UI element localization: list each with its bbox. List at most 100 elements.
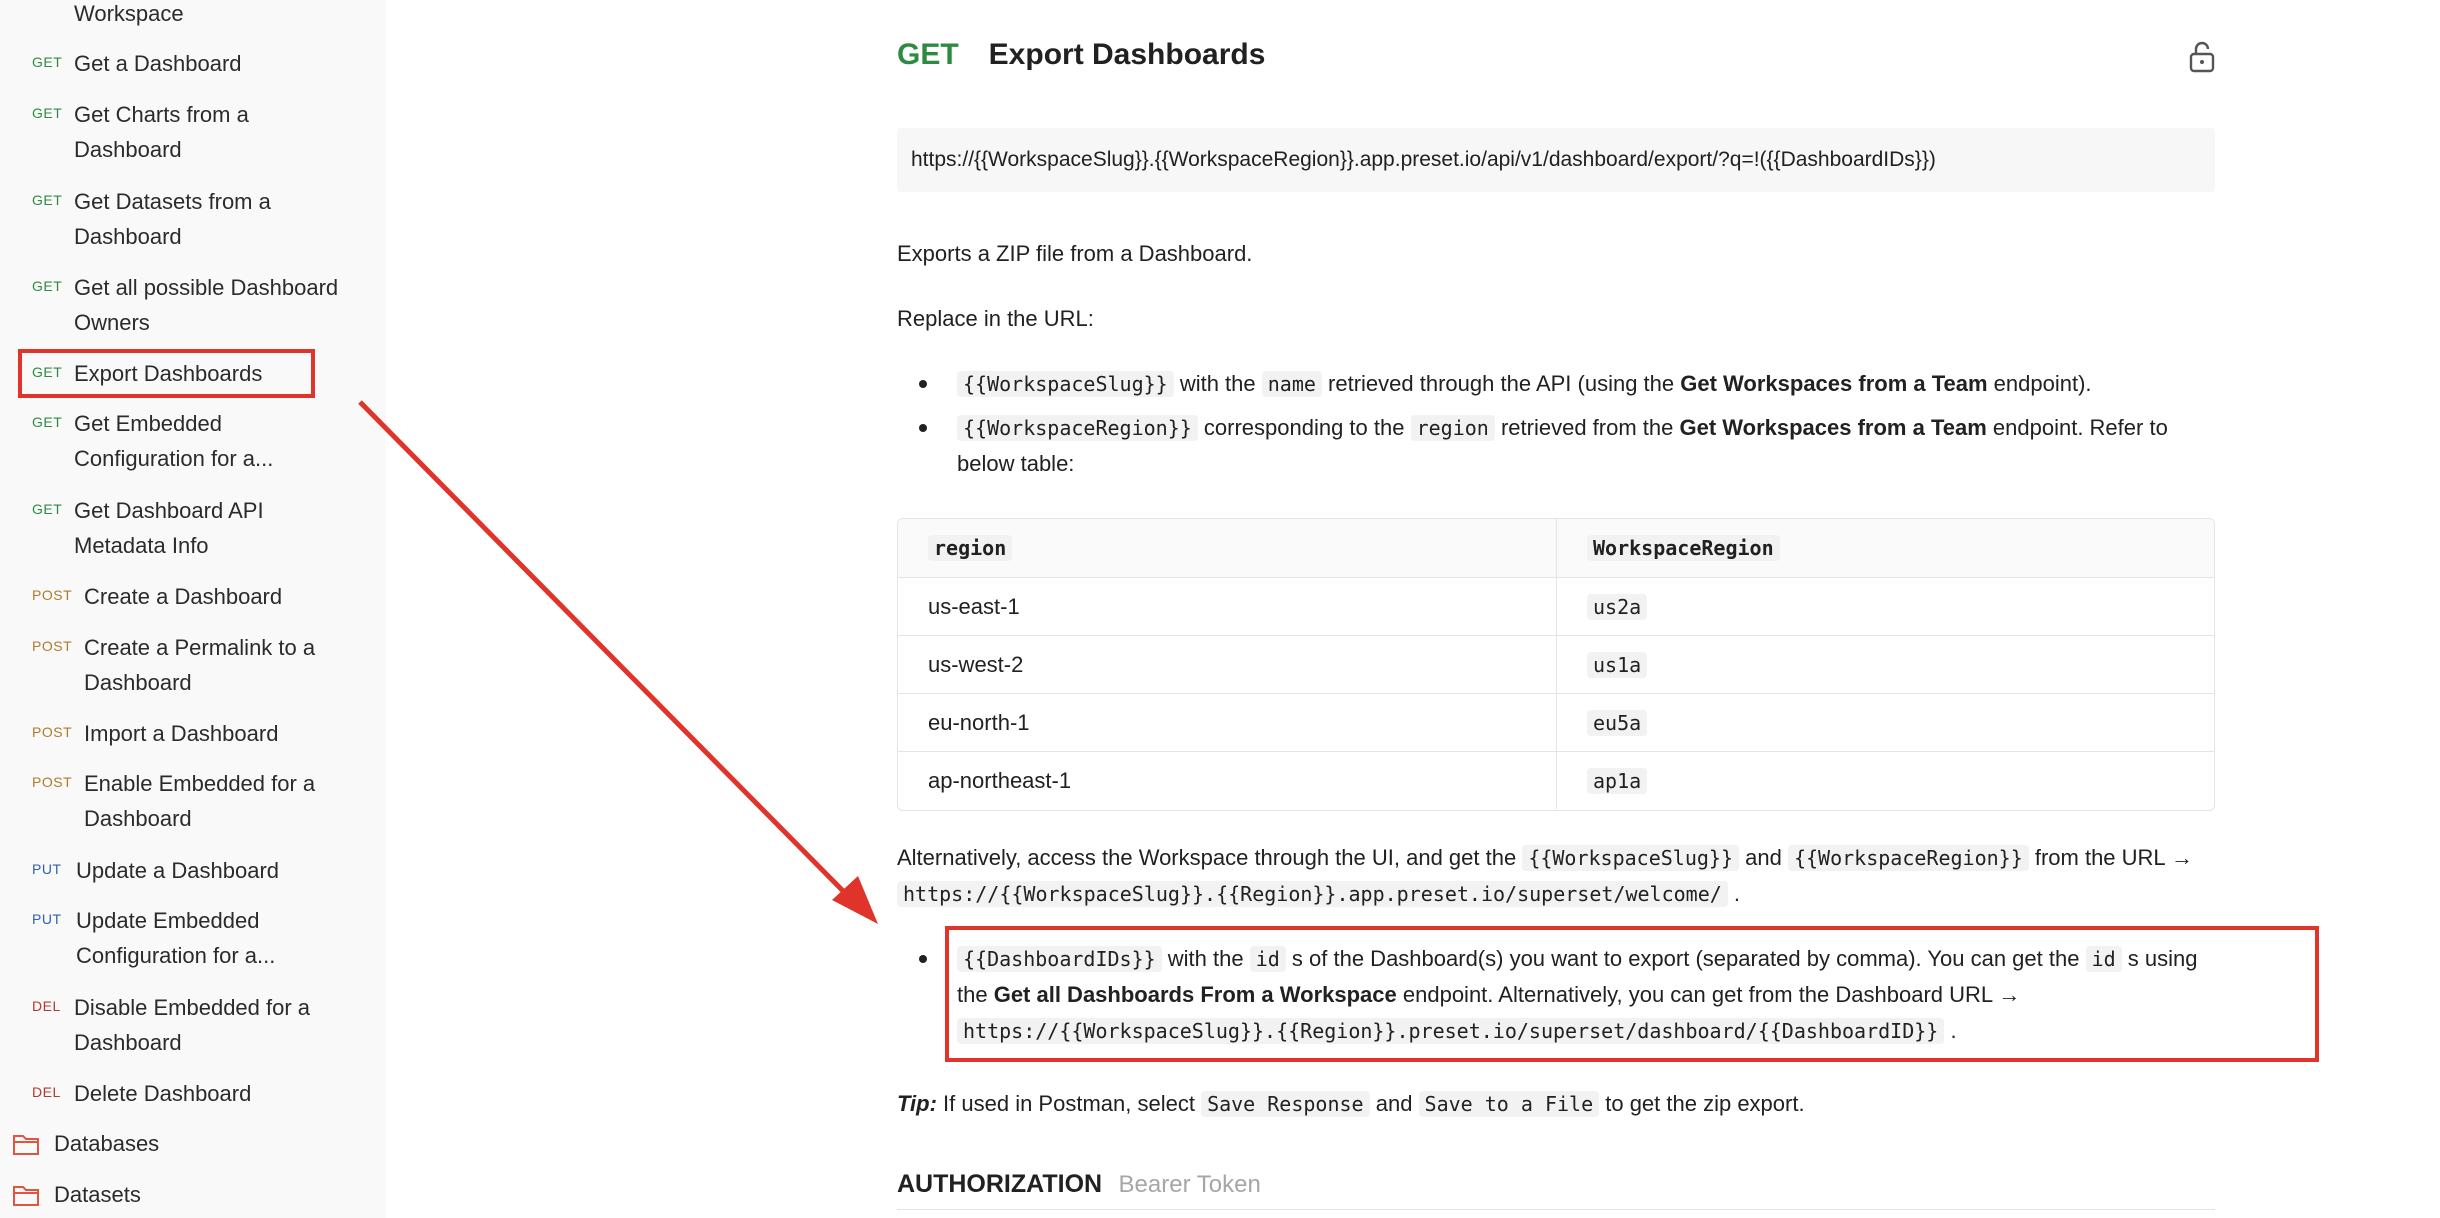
sidebar-item-import-dashboard[interactable]: POST Import a Dashboard <box>20 716 376 751</box>
table-row: eu-north-1 eu5a <box>898 693 2214 751</box>
section-title: AUTHORIZATION <box>897 1170 1103 1198</box>
inline-code: name <box>1261 371 1322 397</box>
main-content: GET Export Dashboards https://{{Workspac… <box>386 0 2440 1218</box>
folder-label: Databases <box>54 1131 160 1156</box>
page-title: Export Dashboards <box>988 38 1266 71</box>
inline-code: eu5a <box>1587 709 1648 736</box>
inline-code: {{WorkspaceRegion}} <box>957 415 1198 441</box>
sidebar-item-get-charts[interactable]: GET Get Charts from a Dashboard <box>20 97 376 167</box>
inline-code: region <box>1410 415 1495 441</box>
bold-text: Get Workspaces from a Team <box>1679 415 1987 440</box>
table-header-cell: WorkspaceRegion <box>1556 519 2214 577</box>
table-cell: us2a <box>1556 578 2214 635</box>
sidebar-item-label: Get Datasets from a Dashboard <box>74 189 271 249</box>
table-cell: ap1a <box>1556 752 2214 809</box>
method-badge: POST <box>32 638 73 654</box>
auth-type: Bearer Token <box>1118 1171 1261 1198</box>
method-badge: GET <box>32 54 63 70</box>
method-badge: POST <box>32 724 73 740</box>
method-badge: DEL <box>32 998 61 1014</box>
alternative-paragraph: Alternatively, access the Workspace thro… <box>897 840 2227 912</box>
sidebar-item-get-metadata[interactable]: GET Get Dashboard API Metadata Info <box>20 493 376 563</box>
text: to get the zip export. <box>1599 1091 1805 1116</box>
table-cell: eu-north-1 <box>928 709 1030 735</box>
text: Alternatively, access the Workspace thro… <box>897 845 1523 870</box>
replace-intro: Replace in the URL: <box>897 306 1094 331</box>
sidebar-folder-datasets[interactable]: Datasets <box>12 1182 141 1208</box>
sidebar-item-label: Get Dashboard API Metadata Info <box>74 498 264 558</box>
sidebar-item-label: Update a Dashboard <box>76 858 280 883</box>
sidebar-item-update-embedded[interactable]: PUT Update Embedded Configuration for a.… <box>20 903 376 973</box>
method-badge: PUT <box>32 911 62 927</box>
sidebar-item-delete-dashboard[interactable]: DEL Delete Dashboard <box>20 1076 376 1111</box>
sidebar-item-get-datasets[interactable]: GET Get Datasets from a Dashboard <box>20 184 376 254</box>
method-badge: GET <box>32 501 63 517</box>
text: from the URL → <box>2028 845 2193 870</box>
endpoint-description: Exports a ZIP file from a Dashboard. <box>897 241 1253 266</box>
inline-code: region <box>928 535 1013 561</box>
method-badge: POST <box>32 587 73 603</box>
annotation-highlight-content <box>945 926 2319 1062</box>
method-badge: PUT <box>32 861 62 877</box>
bullet-text: {{WorkspaceSlug}} with the name retrieve… <box>957 366 2227 402</box>
bullet-dot <box>897 366 957 402</box>
text: corresponding to the <box>1197 415 1411 440</box>
bullet-text: {{WorkspaceRegion}} corresponding to the… <box>957 410 2227 482</box>
text: and <box>1369 1091 1419 1116</box>
table-row: us-west-2 us1a <box>898 635 2214 693</box>
sidebar-item-get-embedded-config[interactable]: GET Get Embedded Configuration for a... <box>20 406 376 476</box>
sidebar-item-label: Create a Dashboard <box>84 584 283 609</box>
text: If used in Postman, select <box>936 1091 1202 1116</box>
table-header-cell: region <box>898 519 1556 577</box>
sidebar-folder-databases[interactable]: Databases <box>12 1131 159 1157</box>
sidebar-item-label: Get all possible Dashboard Owners <box>74 275 339 335</box>
sidebar-item-label: Get a Dashboard <box>74 51 242 76</box>
sidebar-item-create-dashboard[interactable]: POST Create a Dashboard <box>20 579 376 614</box>
folder-icon <box>13 1186 39 1206</box>
text: . <box>1727 881 1741 906</box>
sidebar-item-label: Get Embedded Configuration for a... <box>74 411 274 471</box>
table-header-row: region WorkspaceRegion <box>898 519 2214 577</box>
inline-code: us2a <box>1587 593 1648 620</box>
tip-label: Tip: <box>897 1091 937 1116</box>
inline-code: WorkspaceRegion <box>1587 535 1780 561</box>
inline-code: https://{{WorkspaceSlug}}.{{Region}}.app… <box>897 881 1728 907</box>
sidebar-item-disable-embedded[interactable]: DEL Disable Embedded for a Dashboard <box>20 990 376 1060</box>
sidebar-item-update-dashboard[interactable]: PUT Update a Dashboard <box>20 853 376 888</box>
table-cell: ap-northeast-1 <box>928 767 1072 793</box>
request-url[interactable]: https://{{WorkspaceSlug}}.{{WorkspaceReg… <box>897 128 2215 192</box>
method-badge: GET <box>32 105 63 121</box>
sidebar-item-label: Disable Embedded for a Dashboard <box>74 995 311 1055</box>
table-cell: eu5a <box>1556 694 2214 751</box>
bullet-workspace-slug: {{WorkspaceSlug}} with the name retrieve… <box>897 366 2227 402</box>
text: with the <box>1173 371 1262 396</box>
sidebar-item-enable-embedded[interactable]: POST Enable Embedded for a Dashboard <box>20 766 376 836</box>
inline-code: us1a <box>1587 651 1648 678</box>
lock-icon[interactable] <box>2186 40 2218 74</box>
sidebar-item-workspace[interactable]: Workspace <box>20 0 376 31</box>
inline-code: Save Response <box>1201 1091 1370 1117</box>
sidebar-item-label: Delete Dashboard <box>74 1081 252 1106</box>
method-badge: GET <box>32 192 63 208</box>
sidebar-item-label: Import a Dashboard <box>84 721 279 746</box>
bold-text: Get Workspaces from a Team <box>1680 371 1988 396</box>
folder-label: Datasets <box>54 1182 141 1207</box>
sidebar-item-label: Workspace <box>74 1 184 26</box>
endpoint-method: GET <box>897 38 959 71</box>
sidebar-item-create-permalink[interactable]: POST Create a Permalink to a Dashboard <box>20 630 376 700</box>
sidebar-item-get-owners[interactable]: GET Get all possible Dashboard Owners <box>20 270 376 340</box>
sidebar-item-label: Create a Permalink to a Dashboard <box>84 635 316 695</box>
bullet-dot <box>897 410 957 482</box>
text: and <box>1739 845 1788 870</box>
inline-code: {{WorkspaceSlug}} <box>1522 845 1740 871</box>
method-badge: GET <box>32 414 63 430</box>
sidebar-item-label: Update Embedded Configuration for a... <box>76 908 276 968</box>
endpoint-header: GET Export Dashboards <box>897 38 1265 72</box>
sidebar-item-get-a-dashboard[interactable]: GET Get a Dashboard <box>20 46 376 81</box>
inline-code: {{WorkspaceRegion}} <box>1787 845 2029 871</box>
sidebar-item-label: Enable Embedded for a Dashboard <box>84 771 316 831</box>
text: retrieved through the API (using the <box>1321 371 1681 396</box>
inline-code: Save to a File <box>1418 1091 1600 1117</box>
table-cell: us1a <box>1556 636 2214 693</box>
method-badge: POST <box>32 774 73 790</box>
